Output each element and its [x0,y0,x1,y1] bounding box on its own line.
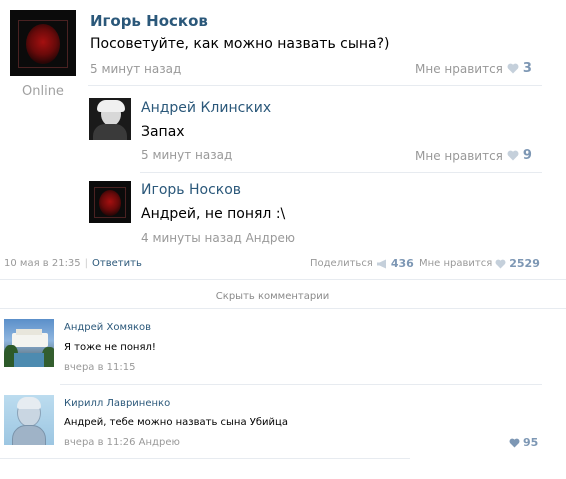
separator [0,308,566,309]
post-footer: 10 мая в 21:35 | Ответить [4,258,142,269]
hide-comments-link[interactable]: Скрыть комментарии [0,291,545,302]
heart-icon [507,63,519,74]
comment-author-name[interactable]: Кирилл Лавриненко [64,398,170,409]
comment-time[interactable]: вчера в 11:26 Андрею [64,437,180,448]
post-author-avatar[interactable] [10,10,76,76]
share-count: 436 [390,257,414,270]
comment-text: Андрей, тебе можно назвать сына Убийца [64,417,288,428]
reply-like-label: Мне нравится [415,148,503,163]
comment-author-avatar[interactable] [4,395,54,445]
reply-text: Запах [141,124,185,140]
footer-like-button[interactable]: Мне нравится 2529 [419,257,540,270]
post-text: Посоветуйте, как можно назвать сына?) [90,36,390,52]
share-button[interactable]: Поделиться 436 [310,257,414,270]
reply-author-name[interactable]: Андрей Клинских [141,100,271,116]
reply-like-count: 9 [522,148,532,163]
reply-author-avatar[interactable] [89,181,131,223]
reply-time[interactable]: 4 минуты назад Андрею [141,231,295,245]
comment-like-count: 95 [523,436,539,449]
comment-author-name[interactable]: Андрей Хомяков [64,322,151,333]
reply-author-name[interactable]: Игорь Носков [141,182,241,198]
megaphone-icon [376,259,386,268]
comment-text: Я тоже не понял! [64,342,156,353]
reply-time[interactable]: 5 минут назад [141,148,232,162]
divider: | [84,258,89,269]
reply-link[interactable]: Ответить [92,258,142,269]
post-like-label: Мне нравится [415,61,503,76]
share-label: Поделиться [310,258,373,269]
separator [0,279,566,280]
comment-time[interactable]: вчера в 11:15 [64,362,136,373]
online-status: Online [22,84,64,99]
heart-icon [507,150,519,161]
post-like-count: 3 [522,61,532,76]
heart-icon [495,259,506,269]
footer-like-label: Мне нравится [419,258,493,269]
footer-like-count: 2529 [509,257,540,270]
post-date[interactable]: 10 мая в 21:35 [4,258,81,269]
post-author-name[interactable]: Игорь Носков [90,12,208,30]
separator [140,172,542,173]
separator [88,85,542,86]
reply-author-avatar[interactable] [89,98,131,140]
reply-like-button[interactable]: Мне нравится 9 [415,148,532,163]
comment-like-button[interactable]: 95 [509,436,538,449]
comment-author-avatar[interactable] [4,319,54,367]
separator [0,458,410,459]
post-time[interactable]: 5 минут назад [90,62,181,76]
separator [60,384,542,385]
heart-icon [509,438,520,448]
post-like-button[interactable]: Мне нравится 3 [415,61,532,76]
reply-text: Андрей, не понял :\ [141,206,286,222]
